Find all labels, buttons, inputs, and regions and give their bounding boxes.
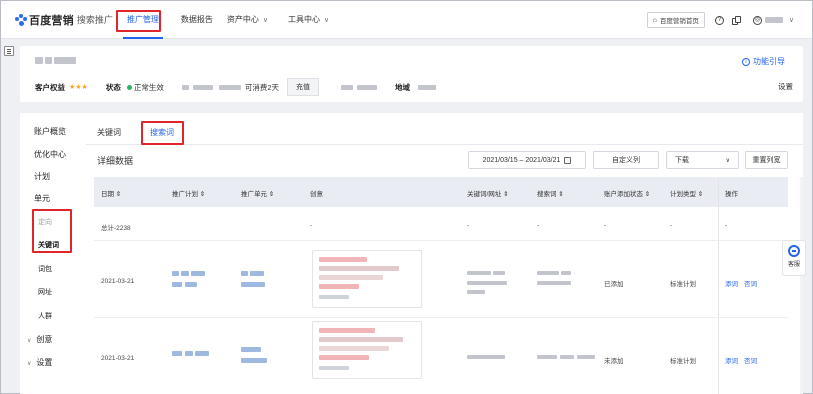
sidebar: 账户概览 优化中心 计划 单元 定向 关键词 词包 网址 人群 ∨ 创意 ∨ 设置 [20,113,86,394]
redacted-unit[interactable] [241,345,267,363]
negative-keyword-link[interactable]: 否词 [744,278,757,288]
recharge-button[interactable]: 充值 [287,78,319,96]
sidebar-item-unit[interactable]: 单元 [34,193,50,204]
user-avatar-icon[interactable]: ◎ [752,15,762,25]
col-plan[interactable]: 推广计划 ⇕ [172,188,205,198]
headset-icon [788,245,800,257]
nav-data-report[interactable]: 数据报告 [181,1,213,39]
baidu-paw-icon [15,13,27,26]
redacted-plan[interactable] [172,269,205,287]
chevron-down-icon: ∨ [262,16,268,24]
tab-keywords[interactable]: 关键词 [97,127,121,138]
redacted-keyword [467,268,507,295]
sidebar-item-plan[interactable]: 计划 [34,171,50,182]
table-scrollbar[interactable] [800,177,803,394]
account-settings-link[interactable]: 设置 [778,81,793,92]
chevron-down-icon: ∨ [323,16,330,24]
redacted-plan[interactable] [172,349,209,358]
creative-preview[interactable] [312,321,422,379]
status-label: 状态 [105,82,121,92]
days-left: 可消费2天 [244,82,279,92]
sidebar-item-settings[interactable]: ∨ 设置 [27,357,52,368]
col-search-term[interactable]: 搜索词 ⇕ [537,188,564,198]
chevron-down-icon: ∨ [725,157,730,164]
sidebar-item-creative[interactable]: ∨ 创意 [27,334,52,345]
region-label: 地域 [395,82,410,92]
redacted-region [418,84,436,90]
logo[interactable]: 百度营销 搜索推广 [15,12,113,28]
col-keyword-url[interactable]: 关键词/网址 ⇕ [467,188,509,198]
sidebar-item-url[interactable]: 网址 [38,287,52,297]
col-plan-type[interactable]: 计划类型 ⇕ [670,188,703,198]
custom-columns-button[interactable]: 自定义列 [593,151,659,169]
col-add-status[interactable]: 账户添加状态 ⇕ [604,188,650,198]
highlight-box-sidebar [32,209,72,253]
col-creative: 创意 [310,191,323,198]
row-plan-type: 标准计划 [670,358,696,365]
table-row: 2021-03-21 已添加 标准计划 添词 否词 [94,241,788,318]
highlight-box-tab [141,121,184,145]
logo-text: 百度营销 [29,14,74,27]
nav-asset-center[interactable]: 资产中心 ∨ [227,1,268,39]
product-name: 搜索推广 [76,15,113,25]
col-date[interactable]: 日期 ⇕ [101,188,121,198]
benefit-stars: ★★★ [69,84,88,91]
sidebar-item-audience[interactable]: 人群 [38,311,52,321]
add-keyword-link[interactable]: 添词 [725,355,738,365]
main-panel: 关键词 搜索词 详细数据 2021/03/15 – 2021/03/21 自定义… [86,113,803,394]
customer-benefit-label: 客户权益 [35,82,65,92]
account-card: 客户权益 ★★★ 状态 正常生效 可消费2天 充值 地域 i 功能引导 设置 [20,46,803,102]
col-actions: 操作 [725,191,738,198]
table-header: 日期 ⇕ 推广计划 ⇕ 推广单元 ⇕ 创意 关键词/网址 ⇕ 搜索词 ⇕ 账户添… [94,177,788,207]
date-range-picker[interactable]: 2021/03/15 – 2021/03/21 [468,151,586,169]
nav-tool-center[interactable]: 工具中心 ∨ [288,1,329,39]
row-date: 2021-03-21 [101,278,135,285]
row-add-status: 未添加 [604,358,624,365]
help-icon[interactable]: ? [714,15,724,25]
baidu-marketing-home-button[interactable]: ⌂ 百度营销首页 [646,12,705,28]
sidebar-item-overview[interactable]: 账户概览 [34,126,66,137]
collapse-menu-icon[interactable] [4,46,14,56]
customer-service-button[interactable]: 客服 [782,240,806,276]
row-date: 2021-03-21 [101,355,135,362]
account-name [35,57,76,64]
table-row-total: 总计-2238 - - - - - - [94,207,788,241]
total-label: 总计-2238 [101,225,131,232]
highlight-box-nav [116,10,161,32]
status-value: 正常生效 [133,82,164,92]
reset-column-width-button[interactable]: 重置列宽 [745,151,788,169]
feature-guide-link[interactable]: i 功能引导 [742,56,785,67]
redacted-balance [181,84,189,90]
col-unit[interactable]: 推广单元 ⇕ [241,188,274,198]
chevron-down-icon: ∨ [27,361,32,367]
home-icon: ⌂ [652,16,657,24]
status-dot [126,84,132,90]
sidebar-item-optimization[interactable]: 优化中心 [34,149,66,160]
copy-icon[interactable] [731,15,741,25]
download-select[interactable]: 下载 ∨ [666,151,739,169]
calendar-icon [564,156,572,164]
redacted-unit[interactable] [241,269,265,287]
redacted-search-term [537,352,595,361]
redacted-keyword [467,352,505,361]
negative-keyword-link[interactable]: 否词 [744,355,757,365]
row-plan-type: 标准计划 [670,281,696,288]
sidebar-item-word-package[interactable]: 词包 [38,264,52,274]
section-title: 详细数据 [97,156,134,166]
table-row: 2021-03-21 未添加 标准计划 添词 否词 [94,318,788,394]
creative-preview[interactable] [312,250,422,308]
row-add-status: 已添加 [604,281,624,288]
redacted-search-term [537,268,571,286]
chevron-down-icon[interactable]: ∨ [789,16,794,24]
info-icon: i [742,57,750,66]
chevron-down-icon: ∨ [27,338,32,344]
add-keyword-link[interactable]: 添词 [725,278,738,288]
user-name[interactable] [764,17,783,23]
tab-divider [86,144,803,145]
